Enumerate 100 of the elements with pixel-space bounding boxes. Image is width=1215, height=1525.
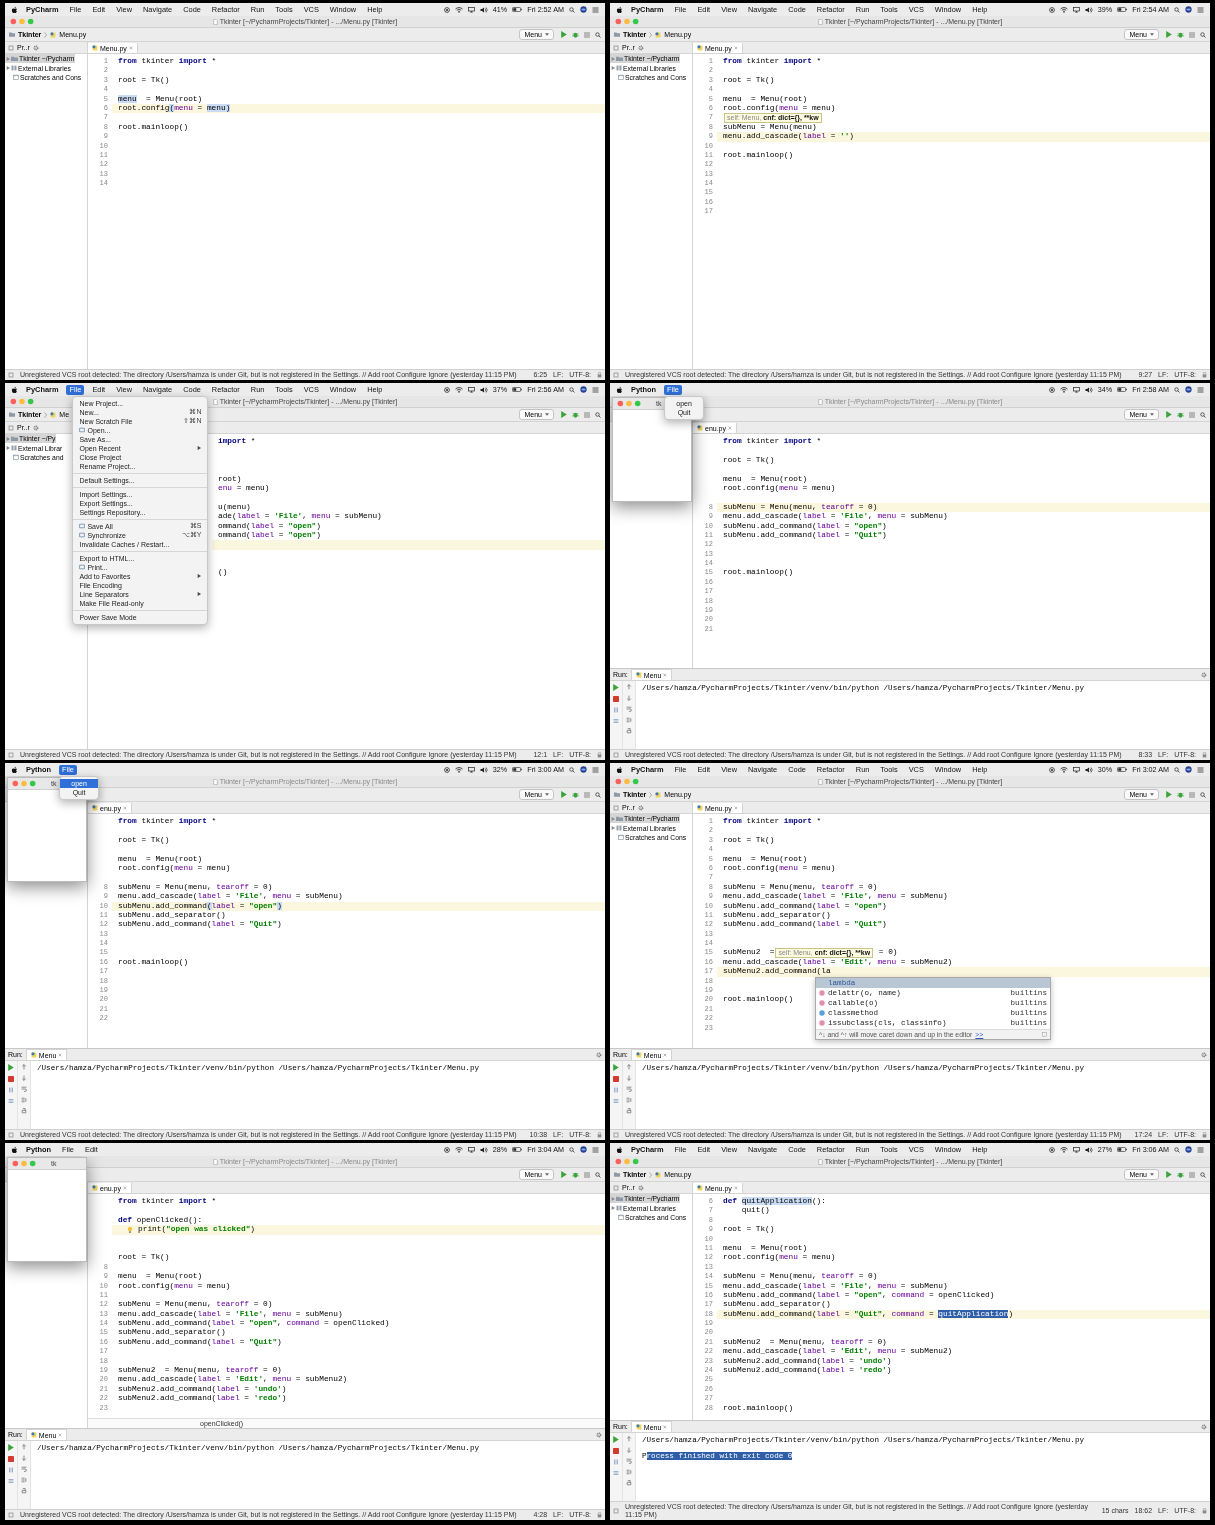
battery-icon[interactable] [512,387,523,392]
orb-icon[interactable] [580,6,587,13]
menu-icon[interactable] [1197,386,1204,393]
apple-icon[interactable] [616,385,623,394]
apple-icon[interactable] [11,765,18,774]
minimize-button[interactable] [21,1160,27,1167]
tool-window-icon[interactable] [8,424,14,431]
search-icon[interactable] [1200,411,1206,418]
speaker-icon[interactable] [479,6,488,13]
pause-icon[interactable] [613,707,619,713]
tool-window-icon[interactable] [613,804,619,811]
play-icon[interactable] [561,1171,567,1178]
record-icon[interactable] [443,766,450,773]
settings-icon[interactable] [32,424,39,431]
lightbulb-icon[interactable] [127,1225,134,1234]
tool-window-icon[interactable] [613,1132,619,1138]
tool-window-icon[interactable] [8,752,14,758]
layout-icon[interactable] [613,1098,619,1104]
display-icon[interactable] [467,766,475,773]
search-icon[interactable] [1174,1146,1180,1153]
zoom-button[interactable] [632,778,639,785]
speaker-icon[interactable] [1084,6,1093,13]
orb-icon[interactable] [580,1146,587,1153]
play-icon[interactable] [1166,411,1172,418]
settings-icon[interactable] [596,1051,602,1058]
close-button[interactable] [615,1158,622,1165]
lock-icon[interactable] [597,372,602,378]
battery-icon[interactable] [1117,7,1128,12]
lock-icon[interactable] [597,752,602,758]
zoom-button[interactable] [27,398,34,405]
zoom-button[interactable] [634,400,641,407]
settings-icon[interactable] [637,804,644,811]
tool-window-icon[interactable] [8,372,14,378]
down-arrow-icon[interactable] [626,1447,632,1453]
speaker-icon[interactable] [479,386,488,393]
up-arrow-icon[interactable] [626,1436,632,1442]
close-button[interactable] [615,18,622,25]
play-icon[interactable] [561,31,567,38]
pause-icon[interactable] [8,1087,14,1093]
down-arrow-icon[interactable] [626,695,632,701]
settings-icon[interactable] [32,44,39,51]
zoom-button[interactable] [29,1160,36,1167]
lock-icon[interactable] [597,1512,602,1518]
zoom-button[interactable] [29,780,36,787]
bug-icon[interactable] [572,411,579,418]
search-icon[interactable] [569,386,575,393]
play-icon[interactable] [1166,1171,1172,1178]
tool-window-icon[interactable] [613,1508,619,1514]
wifi-icon[interactable] [454,1146,463,1153]
wrap-icon[interactable] [626,1086,632,1092]
pin-icon[interactable] [1042,1031,1047,1037]
orb-icon[interactable] [1185,766,1192,773]
close-button[interactable] [12,780,19,787]
apple-icon[interactable] [616,1145,623,1154]
tool-window-icon[interactable] [613,1184,619,1191]
apple-icon[interactable] [11,5,18,14]
minimize-button[interactable] [21,780,27,787]
bug-icon[interactable] [1177,791,1184,798]
lock-icon[interactable] [1202,372,1207,378]
zoom-button[interactable] [632,1158,639,1165]
battery-icon[interactable] [512,7,523,12]
up-arrow-icon[interactable] [21,1444,27,1450]
tool-window-icon[interactable] [8,1512,14,1518]
record-icon[interactable] [1048,1146,1055,1153]
wifi-icon[interactable] [454,6,463,13]
layout-icon[interactable] [8,1098,14,1104]
wrap-icon[interactable] [626,706,632,712]
layout-icon[interactable] [613,718,619,724]
pause-icon[interactable] [613,1087,619,1093]
lock-icon[interactable] [1202,1132,1207,1138]
apple-icon[interactable] [616,765,623,774]
wifi-icon[interactable] [1059,1146,1068,1153]
stop-icon[interactable] [1189,791,1195,798]
speaker-icon[interactable] [479,766,488,773]
wrap-icon[interactable] [21,1086,27,1092]
tool-window-icon[interactable] [613,752,619,758]
play-icon[interactable] [8,1444,14,1451]
down-arrow-icon[interactable] [21,1075,27,1081]
lock-icon[interactable] [597,1132,602,1138]
orb-icon[interactable] [580,386,587,393]
up-arrow-icon[interactable] [626,1064,632,1070]
display-icon[interactable] [1072,1146,1080,1153]
record-icon[interactable] [443,1146,450,1153]
close-button[interactable] [10,18,17,25]
lock-icon[interactable] [1202,752,1207,758]
display-icon[interactable] [1072,6,1080,13]
search-icon[interactable] [595,791,601,798]
play-icon[interactable] [8,1064,14,1071]
down-arrow-icon[interactable] [626,1075,632,1081]
menu-icon[interactable] [592,386,599,393]
bug-icon[interactable] [1177,31,1184,38]
search-icon[interactable] [1174,766,1180,773]
orb-icon[interactable] [1185,386,1192,393]
lock-icon[interactable] [1202,1508,1207,1514]
up-arrow-icon[interactable] [626,684,632,690]
bug-icon[interactable] [572,791,579,798]
record-icon[interactable] [1048,766,1055,773]
play-icon[interactable] [613,684,619,691]
layout-icon[interactable] [8,1478,14,1484]
stop-icon[interactable] [584,791,590,798]
